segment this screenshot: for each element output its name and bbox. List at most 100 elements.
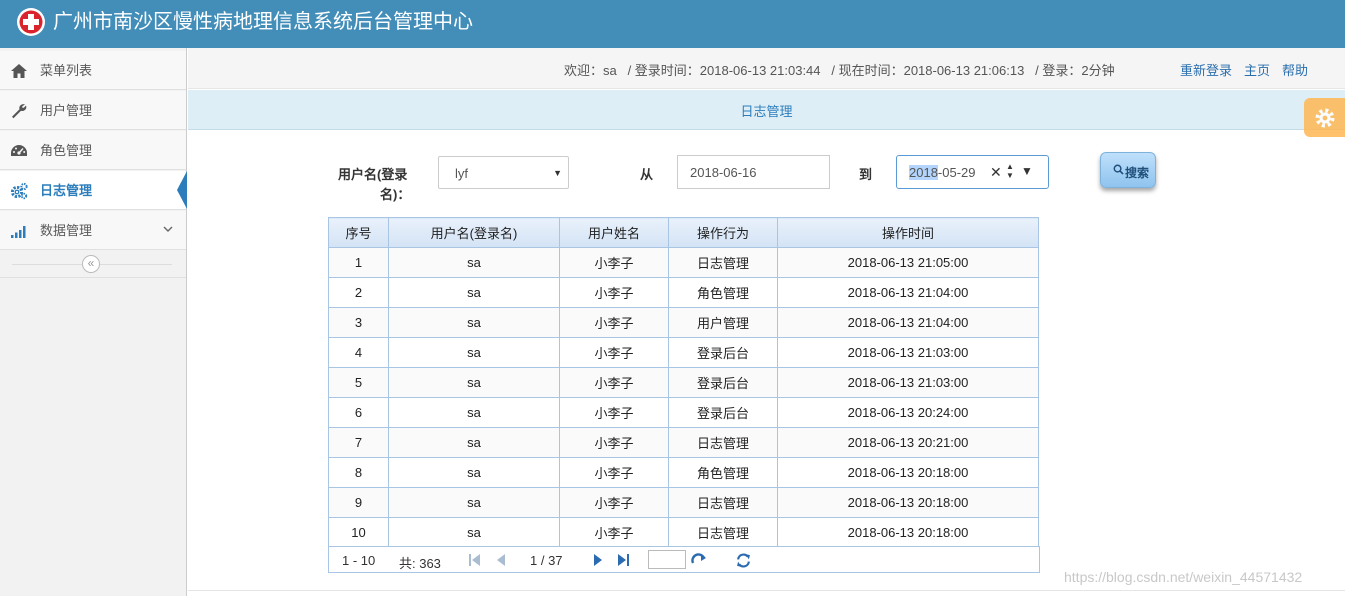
pagination-bar: 1 - 10 共: 363 1 / 37 (328, 546, 1040, 573)
cell-username: sa (388, 337, 560, 368)
cell-username: sa (388, 247, 560, 278)
dropdown-arrow-icon[interactable]: ▼ (1021, 164, 1033, 178)
active-indicator (177, 171, 187, 209)
table-row[interactable]: 10 sa 小李子 日志管理 2018-06-13 20:18:00 (328, 517, 1039, 548)
cell-time: 2018-06-13 21:04:00 (777, 277, 1039, 308)
sidebar-item-label: 角色管理 (40, 143, 93, 158)
first-page-icon[interactable] (468, 553, 482, 567)
username-label: 用户名(登录 (338, 164, 407, 183)
cell-name: 小李子 (559, 247, 669, 278)
go-to-page-icon[interactable] (691, 553, 707, 567)
sidebar-item-data-management[interactable]: 数据管理 (0, 211, 186, 250)
page-title-bar: 日志管理 (188, 90, 1345, 130)
cell-time: 2018-06-13 20:18:00 (777, 517, 1039, 548)
to-date-value: 2018-05-29 (909, 165, 976, 180)
sidebar-item-log-management[interactable]: 日志管理 (0, 171, 187, 210)
footer-divider (188, 590, 1345, 591)
sidebar-item-user-management[interactable]: 用户管理 (0, 91, 186, 130)
cell-index: 2 (328, 277, 389, 308)
cell-index: 6 (328, 397, 389, 428)
cell-action: 登录后台 (668, 397, 778, 428)
table-row[interactable]: 7 sa 小李子 日志管理 2018-06-13 20:21:00 (328, 427, 1039, 458)
cell-index: 5 (328, 367, 389, 398)
column-header-action[interactable]: 操作行为 (668, 217, 778, 248)
settings-tab[interactable] (1304, 98, 1345, 137)
cell-username: sa (388, 397, 560, 428)
sidebar-item-label: 用户管理 (40, 103, 93, 118)
collapse-sidebar-button[interactable]: « (82, 255, 100, 273)
to-date-input[interactable]: 2018-05-29 ✕ ▲ ▼ ▼ (896, 155, 1049, 189)
cell-name: 小李子 (559, 277, 669, 308)
column-header-name[interactable]: 用户姓名 (559, 217, 669, 248)
cell-action: 日志管理 (668, 427, 778, 458)
caret-down-icon: ▼ (553, 168, 562, 178)
last-page-icon[interactable] (616, 553, 630, 567)
login-duration-text: / 登录：2分钟 (1035, 63, 1115, 78)
relogin-link[interactable]: 重新登录 (1180, 60, 1232, 79)
cell-name: 小李子 (559, 397, 669, 428)
username-select[interactable]: lyf ▼ (438, 156, 569, 189)
sidebar-item-role-management[interactable]: 角色管理 (0, 131, 186, 170)
search-button-label: 搜索 (1125, 166, 1150, 180)
page-title: 日志管理 (740, 104, 793, 119)
table-row[interactable]: 4 sa 小李子 登录后台 2018-06-13 21:03:00 (328, 337, 1039, 368)
sidebar-collapse-row: « (0, 248, 186, 278)
cell-username: sa (388, 367, 560, 398)
cell-time: 2018-06-13 20:24:00 (777, 397, 1039, 428)
gear-icon (1315, 108, 1335, 128)
cell-index: 4 (328, 337, 389, 368)
cell-username: sa (388, 307, 560, 338)
username-select-value: lyf (455, 166, 468, 181)
table-row[interactable]: 3 sa 小李子 用户管理 2018-06-13 21:04:00 (328, 307, 1039, 338)
cell-action: 登录后台 (668, 367, 778, 398)
table-row[interactable]: 6 sa 小李子 登录后台 2018-06-13 20:24:00 (328, 397, 1039, 428)
cell-time: 2018-06-13 21:03:00 (777, 367, 1039, 398)
column-header-index[interactable]: 序号 (328, 217, 389, 248)
cell-name: 小李子 (559, 307, 669, 338)
cell-time: 2018-06-13 21:03:00 (777, 337, 1039, 368)
table-row[interactable]: 8 sa 小李子 角色管理 2018-06-13 20:18:00 (328, 457, 1039, 488)
username-label-line1: 用户名(登录 (338, 167, 408, 182)
help-link[interactable]: 帮助 (1282, 60, 1308, 79)
username-label-suffix: 名)： (380, 184, 410, 203)
page-indicator: 1 / 37 (530, 553, 563, 568)
next-page-icon[interactable] (591, 553, 605, 567)
watermark-text: https://blog.csdn.net/weixin_44571432 (1064, 569, 1303, 585)
cell-index: 9 (328, 487, 389, 518)
column-header-time[interactable]: 操作时间 (777, 217, 1039, 248)
table-row[interactable]: 2 sa 小李子 角色管理 2018-06-13 21:04:00 (328, 277, 1039, 308)
cell-name: 小李子 (559, 487, 669, 518)
cell-action: 日志管理 (668, 247, 778, 278)
spinner-icon[interactable]: ▲ ▼ (1006, 162, 1014, 180)
cell-time: 2018-06-13 20:18:00 (777, 487, 1039, 518)
cell-time: 2018-06-13 21:04:00 (777, 307, 1039, 338)
cell-action: 用户管理 (668, 307, 778, 338)
from-date-value: 2018-06-16 (690, 165, 757, 180)
search-button[interactable]: 搜索 (1100, 152, 1156, 188)
home-link[interactable]: 主页 (1244, 60, 1270, 79)
cell-action: 日志管理 (668, 487, 778, 518)
from-date-input[interactable]: 2018-06-16 (677, 155, 830, 189)
table-header-row: 序号 用户名(登录名) 用户姓名 操作行为 操作时间 (328, 217, 1039, 248)
cell-time: 2018-06-13 20:21:00 (777, 427, 1039, 458)
top-header: 广州市南沙区慢性病地理信息系统后台管理中心 (0, 0, 1345, 48)
welcome-text: 欢迎：sa (564, 63, 617, 78)
table-row[interactable]: 9 sa 小李子 日志管理 2018-06-13 20:18:00 (328, 487, 1039, 518)
cell-index: 1 (328, 247, 389, 278)
prev-page-icon[interactable] (494, 553, 508, 567)
column-header-username[interactable]: 用户名(登录名) (388, 217, 560, 248)
cell-username: sa (388, 427, 560, 458)
cell-index: 8 (328, 457, 389, 488)
clear-icon[interactable]: ✕ (990, 164, 1002, 181)
cell-action: 角色管理 (668, 457, 778, 488)
table-row[interactable]: 1 sa 小李子 日志管理 2018-06-13 21:05:00 (328, 247, 1039, 278)
sidebar-item-menu-list[interactable]: 菜单列表 (0, 51, 186, 90)
table-row[interactable]: 5 sa 小李子 登录后台 2018-06-13 21:03:00 (328, 367, 1039, 398)
to-date-rest: -05-29 (937, 165, 976, 180)
refresh-icon[interactable] (736, 553, 751, 568)
cell-time: 2018-06-13 21:05:00 (777, 247, 1039, 278)
cell-username: sa (388, 457, 560, 488)
cell-action: 角色管理 (668, 277, 778, 308)
page-jump-input[interactable] (648, 550, 686, 569)
cell-name: 小李子 (559, 457, 669, 488)
